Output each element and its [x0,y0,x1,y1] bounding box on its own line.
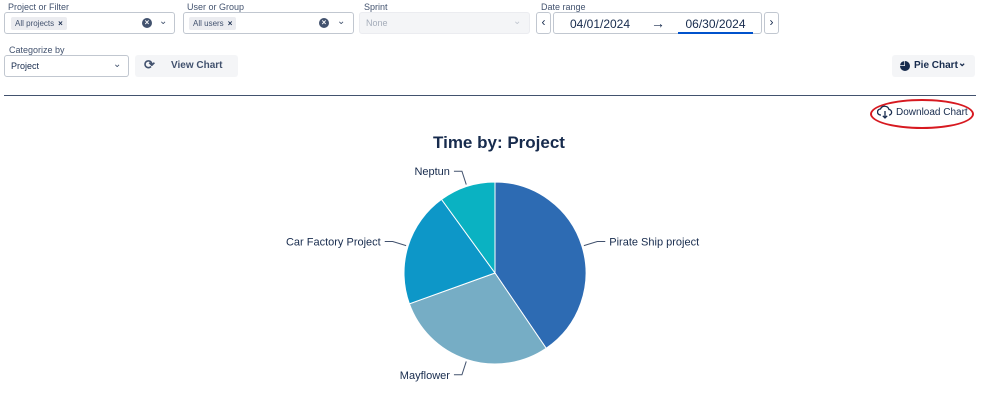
pie-leader-line [453,361,467,376]
pie-label-pirate-ship-project: Pirate Ship project [609,237,699,249]
pie-label-mayflower: Mayflower [400,370,450,382]
pie-chart: Pirate Ship project Mayflower Car Factory … [286,166,699,382]
pie-leader-line [384,241,407,247]
pie-label-neptun: Neptun [414,166,449,178]
pie-label-car-factory-project: Car Factory Project [286,237,381,249]
pie-leader-line [583,241,606,247]
pie-leader-line [453,170,467,185]
